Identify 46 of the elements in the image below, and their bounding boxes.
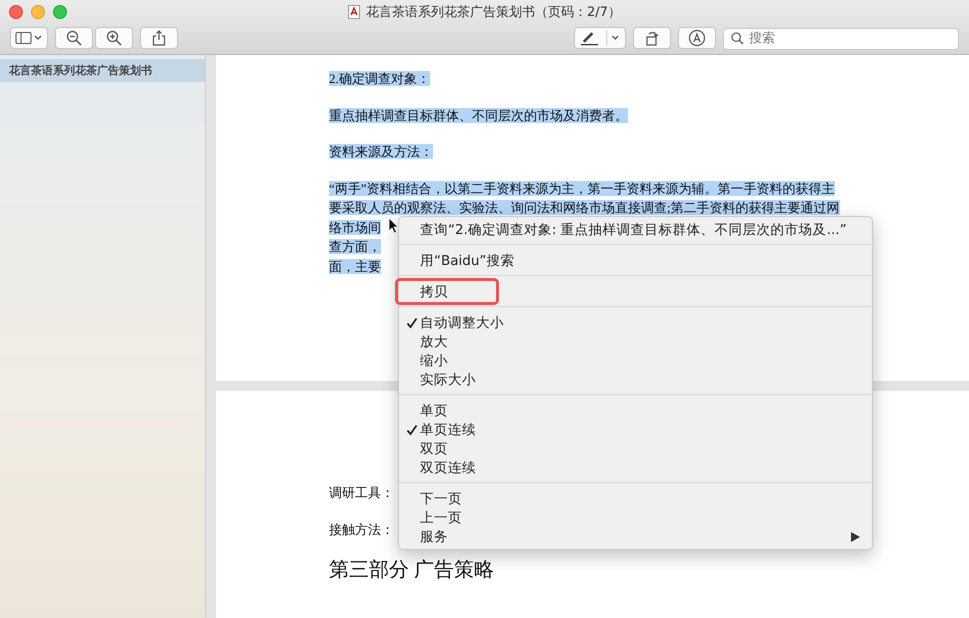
zoom-out-button[interactable] — [55, 27, 93, 49]
menu-item[interactable]: 单页 — [399, 401, 872, 420]
document-text: 络市场间 — [329, 220, 381, 234]
document-text: 要采取人员的观察法、实验法、询问法和网络市场直接调查;第二手资料的获得主要通过网 — [329, 200, 840, 215]
document-text: 重点抽样调查目标群体、不同层次的市场及消费者。 — [329, 108, 628, 122]
markup-toolbar-button[interactable] — [678, 27, 716, 49]
menu-item[interactable]: 缩小 — [399, 351, 872, 370]
section-heading: 第三部分 广告策略 — [329, 559, 494, 581]
document-text: 调研工具： — [329, 485, 394, 500]
sidebar-item[interactable]: 花言茶语系列花茶广告策划书 — [0, 59, 205, 82]
document-text: 面，主要 — [329, 258, 381, 274]
zoom-button[interactable] — [53, 5, 67, 19]
sidebar-icon — [15, 31, 43, 45]
zoom-out-icon — [66, 30, 82, 46]
sidebar-toggle-button[interactable] — [10, 27, 48, 49]
search-icon — [731, 32, 744, 45]
search-field[interactable]: 搜索 — [723, 28, 959, 50]
pen-icon — [579, 30, 621, 46]
menu-item[interactable]: 单页连续 — [399, 420, 872, 439]
zoom-in-icon — [106, 30, 122, 46]
document-text: “两手”资料相结合，以第二手资料来源为主，第一手资料来源为辅。第一手资料的获得主 — [329, 180, 835, 196]
document-text: 2.确定调查对象： — [329, 71, 430, 86]
menu-item[interactable]: 上一页 — [399, 508, 872, 527]
close-button[interactable] — [9, 5, 23, 19]
menu-item[interactable]: 双页连续 — [399, 458, 872, 477]
mouse-pointer-icon — [388, 217, 399, 234]
rotate-button[interactable] — [633, 27, 671, 49]
menu-item[interactable]: 下一页 — [399, 489, 872, 508]
menu-item[interactable]: 实际大小 — [399, 370, 872, 389]
zoom-in-button[interactable] — [95, 27, 133, 49]
menu-item[interactable]: 放大 — [399, 332, 872, 351]
menu-item[interactable]: 双页 — [399, 439, 872, 458]
share-icon — [152, 30, 166, 46]
document-text: 资料来源及方法： — [329, 144, 433, 159]
menu-item[interactable]: 服务 — [399, 527, 872, 546]
share-button[interactable] — [140, 27, 178, 49]
menu-item[interactable]: 查询“2.确定调查对象: 重点抽样调查目标群体、不同层次的市场及...” — [399, 220, 872, 239]
menu-item[interactable]: 用“Baidu”搜索 — [399, 251, 872, 270]
document-text: 接触方法： — [329, 522, 394, 536]
rotate-icon — [644, 30, 660, 46]
menu-item[interactable]: 自动调整大小 — [399, 313, 872, 332]
pdf-file-icon — [348, 4, 360, 18]
window-title: 花言茶语系列花茶广告策划书（页码：2/7） — [366, 4, 621, 20]
document-text: 查方面， — [329, 239, 381, 254]
markup-icon — [688, 29, 706, 47]
markup-pen-button[interactable] — [574, 27, 626, 49]
